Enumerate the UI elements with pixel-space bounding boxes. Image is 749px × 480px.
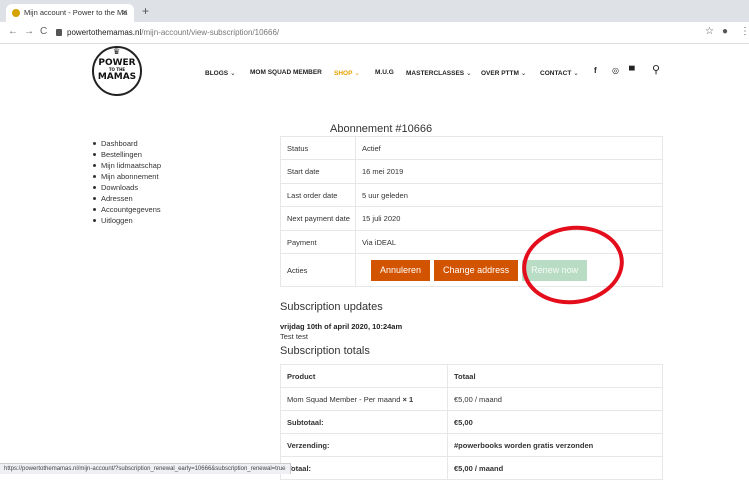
status-label: Status bbox=[280, 136, 356, 160]
site-logo[interactable]: ♛ POWER TO THE MAMAS bbox=[92, 46, 142, 96]
chevron-down-icon: ⌄ bbox=[520, 70, 527, 77]
account-nav-accountgegevens[interactable]: Accountgegevens bbox=[93, 204, 161, 215]
lock-icon bbox=[56, 29, 62, 36]
chevron-down-icon: ⌄ bbox=[466, 70, 472, 77]
next-payment-date-value: 15 juli 2020 bbox=[355, 206, 663, 231]
profile-icon[interactable]: ● bbox=[722, 26, 728, 37]
start-date-label: Start date bbox=[280, 159, 356, 184]
table-row: Last order date 5 uur geleden bbox=[280, 183, 663, 207]
change-address-button[interactable]: Change address bbox=[434, 259, 519, 281]
browser-menu-icon[interactable]: ⋮ bbox=[740, 26, 749, 37]
product-total: €5,00 / maand bbox=[447, 387, 663, 411]
table-row: Product Totaal bbox=[280, 364, 663, 388]
new-tab-button[interactable]: + bbox=[142, 4, 149, 18]
subtotal-label: Subtotaal: bbox=[280, 410, 448, 434]
site-header: ♛ POWER TO THE MAMAS BLOGS ⌄ MOM SQUAD ME… bbox=[0, 44, 749, 104]
table-row: Status Actief bbox=[280, 136, 663, 160]
account-nav-uitloggen[interactable]: Uitloggen bbox=[93, 215, 161, 226]
update-text: Test test bbox=[280, 332, 308, 341]
chevron-down-icon: ⌄ bbox=[354, 70, 360, 77]
table-row: Next payment date 15 juli 2020 bbox=[280, 206, 663, 231]
actions-label: Acties bbox=[280, 253, 356, 287]
url-path: /mijn-account/view-subscription/10666/ bbox=[141, 28, 280, 37]
table-row: Verzending: #powerbooks worden gratis ve… bbox=[280, 433, 663, 457]
total-value: €5,00 / maand bbox=[447, 456, 663, 480]
nav-blogs[interactable]: BLOGS ⌄ bbox=[205, 69, 236, 77]
browser-tab-bar: Mijn account - Power to the Ma ✕ + bbox=[0, 0, 749, 22]
facebook-icon[interactable]: f bbox=[594, 66, 597, 75]
subscription-updates-heading: Subscription updates bbox=[280, 301, 383, 313]
status-value: Actief bbox=[355, 136, 663, 160]
back-icon[interactable]: ← bbox=[8, 26, 18, 37]
table-row: Mom Squad Member - Per maand × 1 €5,00 /… bbox=[280, 387, 663, 411]
account-nav-lidmaatschap[interactable]: Mijn lidmaatschap bbox=[93, 160, 161, 171]
account-navigation: Dashboard Bestellingen Mijn lidmaatschap… bbox=[93, 138, 161, 226]
last-order-date-value: 5 uur geleden bbox=[355, 183, 663, 207]
table-row: Totaal: €5,00 / maand bbox=[280, 456, 663, 480]
cancel-button[interactable]: Annuleren bbox=[371, 259, 431, 281]
nav-shop[interactable]: SHOP ⌄ bbox=[334, 69, 360, 77]
next-payment-date-label: Next payment date bbox=[280, 206, 356, 231]
subscription-totals-heading: Subscription totals bbox=[280, 345, 370, 357]
tab-title: Mijn account - Power to the Ma bbox=[24, 8, 128, 17]
account-nav-downloads[interactable]: Downloads bbox=[93, 182, 161, 193]
subscription-totals-table: Product Totaal Mom Squad Member - Per ma… bbox=[280, 364, 663, 480]
payment-label: Payment bbox=[280, 230, 356, 254]
table-row: Subtotaal: €5,00 bbox=[280, 410, 663, 434]
page-title: Abonnement #10666 bbox=[330, 123, 433, 135]
subtotal-value: €5,00 bbox=[447, 410, 663, 434]
reload-icon[interactable]: C bbox=[40, 26, 47, 37]
account-nav-adressen[interactable]: Adressen bbox=[93, 193, 161, 204]
cart-icon[interactable]: ▀ bbox=[629, 66, 635, 75]
account-nav-bestellingen[interactable]: Bestellingen bbox=[93, 149, 161, 160]
nav-mug[interactable]: M.U.G bbox=[375, 69, 394, 76]
table-row: Start date 16 mei 2019 bbox=[280, 159, 663, 184]
last-order-date-label: Last order date bbox=[280, 183, 356, 207]
forward-icon[interactable]: → bbox=[24, 26, 34, 37]
start-date-value: 16 mei 2019 bbox=[355, 159, 663, 184]
shipping-value: #powerbooks worden gratis verzonden bbox=[447, 433, 663, 457]
bookmark-star-icon[interactable]: ☆ bbox=[705, 26, 714, 37]
update-date: vrijdag 10th of april 2020, 10:24am bbox=[280, 322, 403, 331]
nav-masterclasses[interactable]: MASTERCLASSES ⌄ bbox=[406, 69, 472, 77]
product-name: Mom Squad Member - Per maand × 1 bbox=[280, 387, 448, 411]
address-bar[interactable]: powertothemamas.nl/mijn-account/view-sub… bbox=[56, 25, 696, 41]
account-nav-abonnement[interactable]: Mijn abonnement bbox=[93, 171, 161, 182]
product-column-header: Product bbox=[280, 364, 448, 388]
site-favicon-icon bbox=[12, 9, 20, 17]
nav-contact[interactable]: CONTACT ⌄ bbox=[540, 69, 579, 77]
nav-over-pttm[interactable]: OVER PTTM ⌄ bbox=[481, 69, 526, 77]
browser-tab[interactable]: Mijn account - Power to the Ma ✕ bbox=[6, 4, 134, 22]
nav-mom-squad-member[interactable]: MOM SQUAD MEMBER bbox=[250, 69, 322, 76]
browser-toolbar: ← → C powertothemamas.nl/mijn-account/vi… bbox=[0, 22, 749, 44]
total-column-header: Totaal bbox=[447, 364, 663, 388]
instagram-icon[interactable]: ◎ bbox=[612, 66, 619, 75]
total-label: Totaal: bbox=[280, 456, 448, 480]
crown-icon: ♛ bbox=[113, 47, 121, 56]
product-quantity: × 1 bbox=[402, 394, 414, 404]
shipping-label: Verzending: bbox=[280, 433, 448, 457]
chevron-down-icon: ⌄ bbox=[573, 70, 579, 77]
link-status-bar: https://powertothemamas.nl/mijn-account/… bbox=[0, 463, 291, 474]
tab-close-icon[interactable]: ✕ bbox=[121, 4, 128, 22]
chevron-down-icon: ⌄ bbox=[230, 70, 236, 77]
search-icon[interactable]: ⚲ bbox=[652, 63, 660, 76]
url-host: powertothemamas.nl bbox=[67, 28, 142, 37]
account-nav-dashboard[interactable]: Dashboard bbox=[93, 138, 161, 149]
